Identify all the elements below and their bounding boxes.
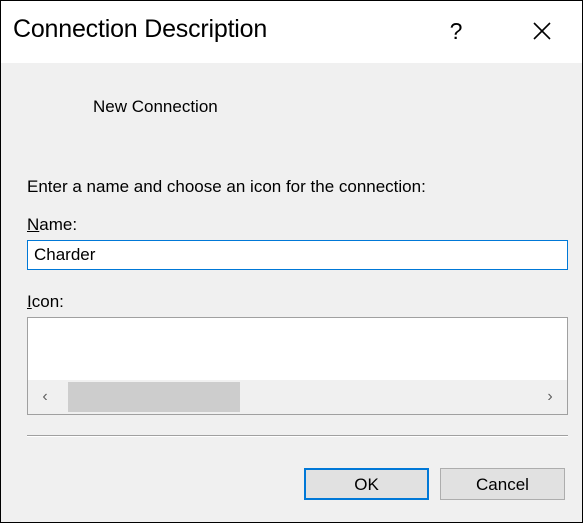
help-button[interactable]: ? — [431, 11, 481, 51]
name-label: Name: — [27, 215, 77, 235]
cancel-button[interactable]: Cancel — [440, 468, 565, 500]
chevron-right-icon: › — [547, 388, 553, 405]
connection-type-label: New Connection — [93, 97, 218, 116]
scroll-thumb[interactable] — [68, 382, 240, 412]
close-icon — [533, 22, 551, 40]
scroll-right-button[interactable]: › — [533, 380, 567, 414]
icon-label-rest: con: — [31, 292, 64, 311]
connection-description-dialog: Connection Description ? New Connection … — [0, 0, 583, 523]
name-label-rest: ame: — [39, 215, 78, 234]
close-button[interactable] — [517, 11, 567, 51]
name-input[interactable] — [27, 240, 568, 270]
instructions-text: Enter a name and choose an icon for the … — [27, 177, 426, 196]
chevron-left-icon: ‹ — [42, 388, 48, 405]
icon-list[interactable]: ‹ › — [27, 317, 568, 415]
title-bar: Connection Description ? — [1, 1, 582, 63]
window-title: Connection Description — [13, 15, 268, 43]
scroll-left-button[interactable]: ‹ — [28, 380, 62, 414]
name-label-accelerator: N — [27, 215, 40, 234]
ok-button[interactable]: OK — [304, 468, 429, 500]
icon-label: Icon: — [27, 292, 64, 312]
divider — [27, 435, 568, 437]
horizontal-scrollbar[interactable]: ‹ › — [28, 380, 567, 414]
